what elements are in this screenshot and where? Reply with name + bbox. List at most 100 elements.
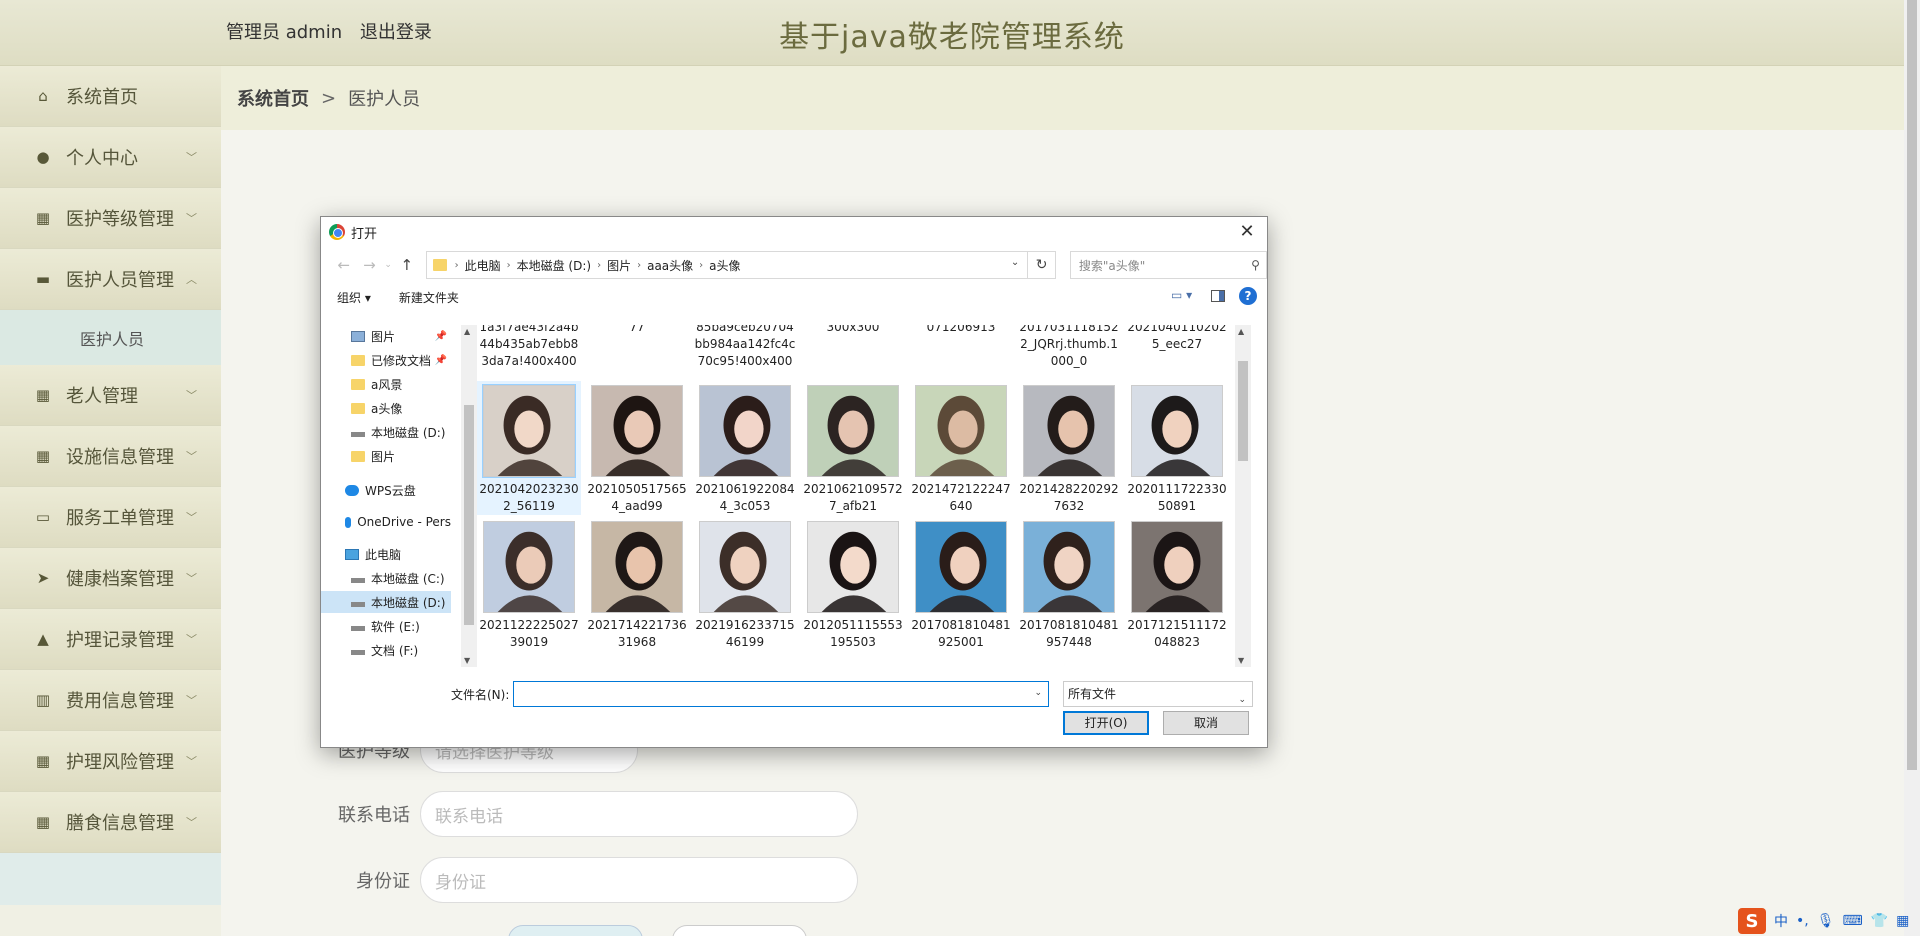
file-item[interactable]: 20210619220844_3c053: [693, 381, 797, 515]
breadcrumb-home[interactable]: 系统首页: [237, 85, 309, 111]
forward-icon[interactable]: →: [357, 256, 383, 274]
tree-item[interactable]: WPS云盘: [321, 479, 451, 501]
address-bar[interactable]: › 此电脑 › 本地磁盘 (D:) › 图片 › aaa头像 › a头像 ⌄: [425, 251, 1029, 279]
phone-input[interactable]: 联系电话: [420, 791, 858, 837]
sidebar-item-label: 服务工单管理: [66, 508, 174, 529]
file-item[interactable]: 20210621095727_afb21: [801, 381, 905, 515]
file-item[interactable]: 20210505175654_aad99: [585, 381, 689, 515]
tree-item[interactable]: a头像: [321, 397, 451, 419]
new-folder-button[interactable]: 新建文件夹: [399, 289, 459, 306]
address-crumb[interactable]: 图片: [607, 257, 631, 274]
organize-button[interactable]: 组织 ▾: [337, 289, 371, 306]
sidebar-item[interactable]: ▭ 服务工单管理 ﹀: [0, 487, 221, 548]
tree-scrollbar[interactable]: ▲ ▼: [461, 325, 477, 667]
keyboard-icon[interactable]: ⌨: [1843, 913, 1863, 929]
tree-item[interactable]: a风景: [321, 373, 451, 395]
file-item[interactable]: 300x300: [801, 325, 905, 336]
file-item[interactable]: 2021122225027 39019: [477, 517, 581, 651]
scroll-down-icon[interactable]: ▼: [464, 656, 470, 665]
file-item[interactable]: 071206913: [909, 325, 1013, 336]
recent-dropdown-icon[interactable]: ⌄: [382, 260, 394, 270]
book-icon: ▥: [35, 691, 51, 709]
punct-icon[interactable]: •,: [1796, 913, 1809, 929]
file-item[interactable]: 2012051115553 195503: [801, 517, 905, 651]
file-item[interactable]: 2017081810481 925001: [909, 517, 1013, 651]
chevron-down-icon[interactable]: ⌄: [1011, 257, 1019, 268]
up-icon[interactable]: ↑: [394, 256, 420, 274]
search-input[interactable]: 搜索"a头像" ⚲: [1069, 251, 1267, 279]
tree-item[interactable]: 本地磁盘 (D:): [321, 591, 451, 613]
file-item[interactable]: 2021472122247640: [909, 381, 1013, 515]
help-icon[interactable]: ?: [1239, 287, 1257, 305]
cancel-button-stub[interactable]: [672, 925, 807, 936]
filetype-select[interactable]: 所有文件 ⌄: [1063, 681, 1253, 707]
tree-item-label: 本地磁盘 (D:): [371, 425, 446, 440]
scroll-up-icon[interactable]: ▲: [464, 327, 470, 336]
dialog-title: 打开: [351, 226, 378, 242]
address-crumb[interactable]: aaa头像: [647, 257, 693, 274]
file-item[interactable]: 2017121511172 048823: [1125, 517, 1229, 651]
mic-icon[interactable]: 🎙: [1817, 913, 1835, 929]
thumbnail-image: [1024, 386, 1114, 476]
sidebar-item[interactable]: ⌂ 系统首页: [0, 66, 221, 127]
address-crumb[interactable]: 本地磁盘 (D:): [517, 257, 591, 274]
files-scrollbar-thumb[interactable]: [1238, 361, 1248, 461]
page-scrollbar-thumb[interactable]: [1907, 0, 1917, 770]
file-item[interactable]: 2021714221736 31968: [585, 517, 689, 651]
scroll-down-icon[interactable]: ▼: [1238, 656, 1244, 665]
sidebar-item[interactable]: ▦ 设施信息管理 ﹀: [0, 426, 221, 487]
file-name: 2012051115553 195503: [803, 618, 903, 649]
open-button[interactable]: 打开(O): [1063, 711, 1149, 735]
file-item[interactable]: 85ba9ceb20704bb984aa142fc4c70c95!400x400: [693, 325, 797, 370]
id-input[interactable]: 身份证: [420, 857, 858, 903]
page-scrollbar[interactable]: [1904, 0, 1920, 936]
sidebar-item[interactable]: ● 个人中心 ﹀: [0, 127, 221, 188]
tree-item[interactable]: 本地磁盘 (C:): [321, 567, 451, 589]
tree-item[interactable]: 已修改文档 📌: [321, 349, 451, 371]
sidebar-item[interactable]: ▥ 费用信息管理 ﹀: [0, 670, 221, 731]
file-item[interactable]: 20214282202927632: [1017, 381, 1121, 515]
close-icon[interactable]: ✕: [1235, 220, 1259, 244]
tree-item[interactable]: 图片 📌: [321, 325, 451, 347]
grid-icon[interactable]: ▦: [1896, 913, 1909, 929]
scroll-up-icon[interactable]: ▲: [1238, 327, 1244, 336]
file-item[interactable]: 77: [585, 325, 689, 336]
file-item[interactable]: 1a3f7ae43f2a4b44b435ab7ebb83da7a!400x400: [477, 325, 581, 370]
sidebar-item[interactable]: ▲ 护理记录管理 ﹀: [0, 609, 221, 670]
sogou-logo-icon[interactable]: S: [1738, 908, 1766, 934]
submenu-item[interactable]: 医护人员: [0, 310, 221, 365]
tree-item[interactable]: 文档 (F:): [321, 639, 451, 661]
address-crumb[interactable]: a头像: [709, 257, 740, 274]
refresh-icon[interactable]: ↻: [1028, 251, 1056, 279]
shirt-icon[interactable]: 👕: [1871, 913, 1888, 929]
file-item[interactable]: 2017081810481 957448: [1017, 517, 1121, 651]
cancel-button[interactable]: 取消: [1163, 711, 1249, 735]
file-item[interactable]: 2020111722330 50891: [1125, 381, 1229, 515]
address-crumb[interactable]: 此电脑: [465, 257, 501, 274]
files-scrollbar[interactable]: ▲ ▼: [1235, 325, 1251, 667]
file-item[interactable]: 20210420232302_56119: [477, 381, 581, 515]
tree-item[interactable]: 本地磁盘 (D:): [321, 421, 451, 443]
tree-scrollbar-thumb[interactable]: [464, 405, 474, 625]
preview-pane-icon[interactable]: [1211, 290, 1225, 302]
ime-lang[interactable]: 中: [1774, 911, 1788, 931]
submit-button-stub[interactable]: [508, 925, 643, 936]
file-item[interactable]: 2021916233715 46199: [693, 517, 797, 651]
tree-item[interactable]: 图片: [321, 445, 451, 467]
sidebar-item[interactable]: ▦ 老人管理 ﹀: [0, 365, 221, 426]
chevron-down-icon[interactable]: ⌄: [1034, 688, 1042, 698]
sidebar-item[interactable]: ▦ 护理风险管理 ﹀: [0, 731, 221, 792]
tree-item[interactable]: 此电脑: [321, 543, 451, 565]
tree-item[interactable]: OneDrive - Pers: [321, 511, 451, 533]
file-item[interactable]: 20210401102025_eec27: [1125, 325, 1229, 353]
sidebar-item[interactable]: ▦ 膳食信息管理 ﹀: [0, 792, 221, 853]
view-mode-icon[interactable]: ▭ ▾: [1171, 288, 1197, 304]
back-icon[interactable]: ←: [331, 256, 357, 274]
pin-icon: 📌: [434, 330, 447, 342]
sidebar-item[interactable]: ▬ 医护人员管理 ︿: [0, 249, 221, 310]
sidebar-item[interactable]: ➤ 健康档案管理 ﹀: [0, 548, 221, 609]
sidebar-item[interactable]: ▦ 医护等级管理 ﹀: [0, 188, 221, 249]
file-item[interactable]: 20170311181522_JQRrj.thumb.1000_0: [1017, 325, 1121, 370]
tree-item[interactable]: 软件 (E:): [321, 615, 451, 637]
filename-input[interactable]: ⌄: [513, 681, 1049, 707]
